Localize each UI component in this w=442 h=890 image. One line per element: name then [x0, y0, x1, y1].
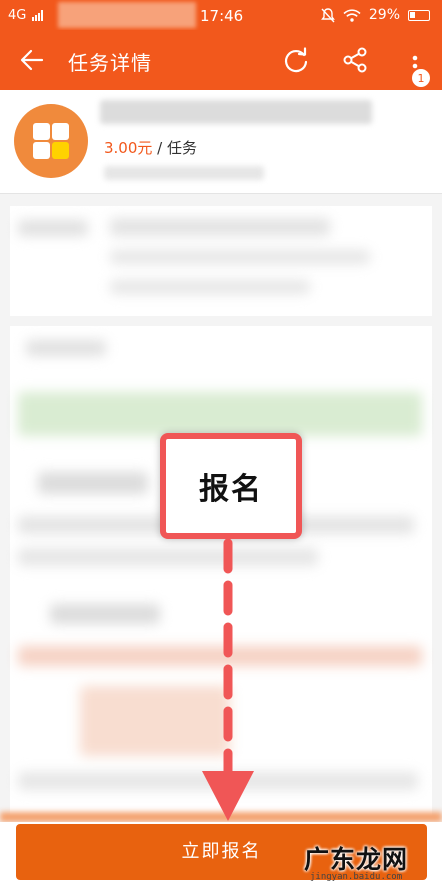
watermark-text: 广东龙网 — [304, 845, 409, 874]
battery-percent: 29% — [368, 7, 400, 23]
network-label: 4G — [8, 8, 27, 23]
page-title: 任务详情 — [68, 51, 152, 75]
task-reward: 3.00元 / 任务 — [104, 137, 197, 158]
wifi-icon — [343, 8, 361, 22]
status-bar: 4G 17:46 29% — [0, 0, 442, 30]
battery-icon — [408, 9, 430, 21]
info-card — [10, 206, 432, 316]
blurred-task-meta — [104, 166, 264, 180]
task-app-icon — [14, 104, 88, 178]
blurred-carrier — [58, 2, 196, 28]
signal-icon — [32, 10, 44, 21]
blurred-task-title — [100, 100, 372, 124]
annotation-arrow — [202, 539, 254, 821]
task-price: 3.00元 — [104, 139, 153, 157]
watermark-subtext: jingyan.baidu.com — [310, 872, 403, 882]
notification-badge: 1 — [411, 68, 431, 88]
annotation-callout: 报名 — [160, 433, 302, 539]
share-icon[interactable] — [341, 46, 369, 74]
watermark: 广东龙网 jingyan.baidu.com — [300, 838, 440, 890]
refresh-icon[interactable] — [282, 46, 310, 74]
task-header: 3.00元 / 任务 — [0, 90, 442, 194]
task-price-unit: / 任务 — [152, 139, 197, 157]
status-time: 17:46 — [200, 7, 244, 25]
app-bar: 任务详情 1 — [0, 30, 442, 90]
annotation-label: 报名 — [199, 472, 263, 507]
mute-icon — [320, 7, 335, 22]
network-indicator: 4G — [8, 8, 44, 23]
back-arrow-icon[interactable] — [18, 47, 48, 73]
